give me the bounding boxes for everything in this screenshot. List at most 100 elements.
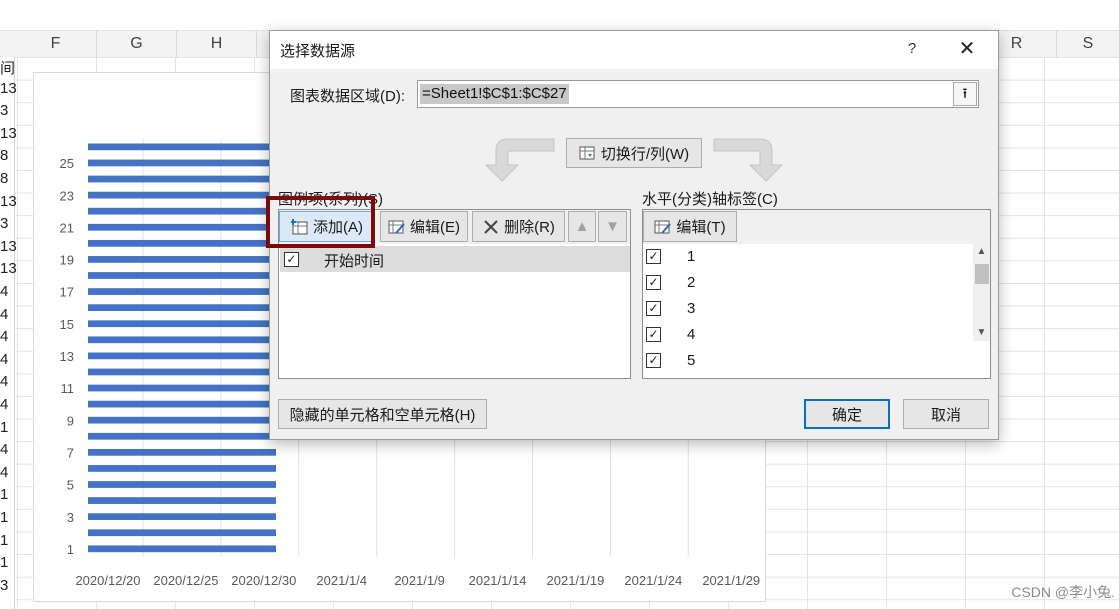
chart-range-input[interactable]: =Sheet1!$C$1:$C$27 ⭱	[417, 80, 979, 108]
collapse-dialog-icon[interactable]: ⭱	[953, 82, 977, 106]
cell-value[interactable]: 1	[0, 509, 13, 526]
chart-bar[interactable]	[88, 448, 276, 456]
axis-list-item[interactable]: ✓ 5	[643, 348, 963, 374]
chart-bar[interactable]	[88, 175, 276, 183]
series-item-label: 开始时间	[324, 253, 385, 270]
y-tick-label: 15	[60, 317, 74, 332]
chart-bar[interactable]	[88, 481, 276, 488]
cell-value[interactable]: 13	[0, 125, 17, 142]
chart-bar[interactable]	[88, 336, 276, 344]
hidden-empty-cells-button[interactable]: 隐藏的单元格和空单元格(H)	[278, 399, 487, 429]
cell-value[interactable]: 3	[0, 102, 13, 119]
chart-bar[interactable]	[88, 207, 276, 215]
edit-axis-labels-button[interactable]: 编辑(T)	[643, 211, 737, 242]
chart-bar[interactable]	[88, 223, 276, 231]
column-header-g[interactable]: G	[97, 31, 177, 57]
chart-bar[interactable]	[88, 400, 276, 408]
move-down-button[interactable]: ▼	[598, 211, 627, 242]
chart-bar[interactable]	[88, 529, 276, 537]
cell-value[interactable]: 1	[0, 419, 13, 436]
axis-checkbox[interactable]: ✓	[646, 275, 661, 290]
axis-list-item[interactable]: ✓ 3	[643, 296, 963, 322]
cell-value[interactable]: 4	[0, 396, 13, 413]
ok-button[interactable]: 确定	[804, 399, 890, 429]
chart-range-label: 图表数据区域(D):	[290, 88, 405, 105]
cell-value[interactable]: 13	[0, 238, 17, 255]
ribbon-area	[0, 0, 1119, 30]
series-checkbox[interactable]: ✓	[284, 252, 299, 267]
chart-bar[interactable]	[88, 432, 276, 440]
add-series-button[interactable]: 添加(A)	[279, 211, 375, 242]
chart-bar[interactable]	[88, 320, 276, 328]
axis-checkbox[interactable]: ✓	[646, 249, 661, 264]
chart-bar[interactable]	[88, 159, 276, 167]
series-list-item[interactable]: ✓ 开始时间	[280, 246, 630, 272]
axis-checkbox[interactable]: ✓	[646, 353, 661, 368]
column-header-h[interactable]: H	[177, 31, 257, 57]
ok-label: 确定	[831, 406, 862, 424]
x-tick-label: 2021/1/9	[394, 573, 445, 588]
cell-value[interactable]: 1	[0, 554, 13, 571]
axis-list-scrollbar[interactable]: ▲ ▼	[973, 244, 990, 341]
chart-bar[interactable]	[88, 465, 276, 472]
chart-bar[interactable]	[88, 384, 276, 392]
chart-bar[interactable]	[88, 545, 276, 553]
dialog-titlebar[interactable]: 选择数据源 ? ✕	[270, 31, 998, 69]
chart-bar[interactable]	[88, 416, 276, 424]
cell-value[interactable]: 1	[0, 532, 13, 549]
axis-list-item[interactable]: ✓ 1	[643, 244, 963, 270]
x-tick-label: 2021/1/19	[547, 573, 605, 588]
chart-bar[interactable]	[88, 497, 276, 504]
cell-value[interactable]: 13	[0, 193, 17, 210]
cell-value[interactable]: 13	[0, 80, 17, 97]
cell-value[interactable]: 4	[0, 306, 13, 323]
cancel-button[interactable]: 取消	[903, 399, 989, 429]
column-header-s[interactable]: S	[1057, 31, 1119, 57]
chart-bar[interactable]	[88, 256, 276, 263]
chart-bar[interactable]	[88, 352, 276, 360]
cell-value[interactable]: 4	[0, 441, 13, 458]
axis-checkbox[interactable]: ✓	[646, 301, 661, 316]
chart-bar[interactable]	[88, 513, 276, 521]
x-tick-label: 2021/1/4	[316, 573, 367, 588]
cell-value[interactable]: 间	[0, 57, 15, 78]
axis-list-item[interactable]: ✓ 2	[643, 270, 963, 296]
cell-value[interactable]: 4	[0, 283, 13, 300]
switch-icon	[579, 145, 597, 161]
cell-value[interactable]: 4	[0, 373, 13, 390]
cell-value[interactable]: 1	[0, 486, 13, 503]
cell-value[interactable]: 4	[0, 351, 13, 368]
axis-toolbar: 编辑(T)	[643, 210, 990, 244]
close-icon[interactable]: ✕	[950, 33, 984, 65]
cell-value[interactable]: 4	[0, 328, 13, 345]
chart-bar[interactable]	[88, 368, 276, 376]
scroll-up-icon[interactable]: ▲	[973, 244, 990, 260]
axis-list-item[interactable]: ✓ 4	[643, 322, 963, 348]
chart-bar[interactable]	[88, 288, 276, 295]
chart-bar[interactable]	[88, 191, 276, 199]
cell-value[interactable]: 13	[0, 260, 17, 277]
cell-value[interactable]: 3	[0, 215, 13, 232]
cell-value[interactable]: 8	[0, 147, 13, 164]
switch-row-column-button[interactable]: 切换行/列(W)	[566, 138, 702, 168]
chart-bar[interactable]	[88, 304, 276, 312]
scroll-down-icon[interactable]: ▼	[973, 325, 990, 341]
chart-bar[interactable]	[88, 239, 276, 247]
delete-series-button[interactable]: 删除(R)	[472, 211, 565, 242]
move-up-button[interactable]: ▲	[568, 211, 596, 242]
axis-checkbox[interactable]: ✓	[646, 327, 661, 342]
cell-value[interactable]: 3	[0, 577, 13, 594]
y-tick-label: 5	[67, 478, 74, 493]
edit-series-button[interactable]: 编辑(E)	[380, 211, 468, 242]
chart-bar[interactable]	[88, 272, 276, 279]
cell-value[interactable]: 8	[0, 170, 13, 187]
watermark: CSDN @李小兔.	[1011, 584, 1115, 600]
chart-bar[interactable]	[88, 143, 276, 151]
delete-x-icon	[482, 219, 500, 235]
axis-labels-panel: 编辑(T) ✓ 1 ✓ 2 ✓ 3 ✓ 4 ✓ 5 ▲ ▼	[642, 209, 991, 379]
add-series-label: 添加(A)	[313, 219, 363, 236]
cell-value[interactable]: 4	[0, 464, 13, 481]
help-button[interactable]: ?	[900, 40, 924, 57]
column-header-f[interactable]: F	[15, 31, 97, 57]
scroll-thumb[interactable]	[975, 264, 989, 284]
